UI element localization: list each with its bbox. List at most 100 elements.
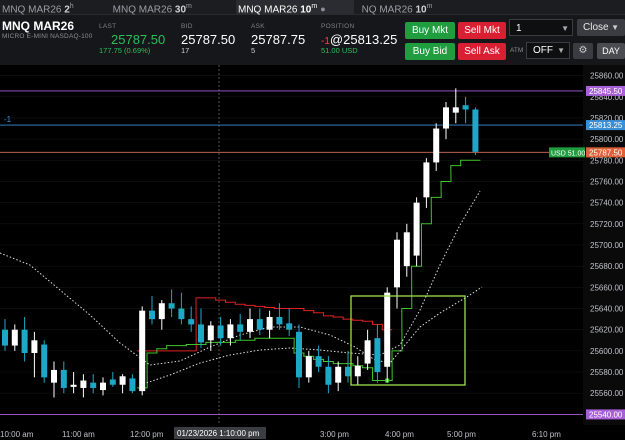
candle-body [256,319,263,330]
candle-body [168,303,175,309]
candle-body [149,310,155,320]
price-label: 25600.00 [590,347,624,356]
candle-body [364,340,371,364]
time-axis: 10:00 am 11:00 am 12:00 pm 3:00 pm 4:00 pm 5:… [0,425,625,440]
gear-icon[interactable]: ⚙ [573,43,593,59]
candle-body [227,324,234,339]
price-label: 25780.00 [590,156,624,165]
candle-body [345,366,351,377]
candle-body [433,128,440,163]
quantity-select[interactable]: 1 ▼ [509,19,573,36]
position-price: @25813.25 [329,32,398,47]
candle-body [207,325,214,341]
candle-body [452,107,459,113]
time-label: 11:00 am [62,430,95,439]
candle-body [296,331,302,378]
time-label: 6:10 pm [532,430,561,439]
atm-label: ATM [510,47,524,54]
last-label: LAST [99,23,117,30]
atm-select[interactable]: OFF ▼ [526,42,570,59]
tab-symbol: MNQ MAR26 [112,4,173,16]
buy-market-button[interactable]: Buy Mkt [405,22,455,39]
atm-value: OFF [533,45,553,56]
candle-body [178,308,185,320]
candle-body [286,323,293,330]
time-label: 3:00 pm [320,430,349,439]
candle-body [2,329,8,346]
tab-interval: 10 [415,4,427,16]
bid-label: BID [181,23,193,30]
candle-body [374,338,381,373]
tab-interval-unit: m [186,3,192,10]
crosshair-time-label: 01/23/2026 1:10:00 pm [177,429,260,438]
close-label: Close [583,22,609,33]
price-label: 25580.00 [590,368,624,377]
candle-body [21,329,28,353]
instrument-description: MICRO E-MINI NASDAQ-100 [2,33,93,40]
buy-bid-button[interactable]: Buy Bid [405,43,455,60]
position-pnl: 51.00 USD [321,46,358,55]
candle-body [11,329,18,346]
candle-body [158,303,165,320]
candle-body [100,382,106,391]
position-label: POSITION [321,23,355,30]
sell-ask-button[interactable]: Sell Ask [458,43,506,60]
candle-body [80,380,87,388]
day-tif-button[interactable]: DAY [597,43,625,59]
candle-body [403,232,410,267]
last-price: 25787.50 [111,32,166,47]
tab-mnq-10m[interactable]: MNQ MAR26 10m ● [236,0,354,16]
tab-mnq-30m[interactable]: MNQ MAR26 30m [94,0,236,16]
upper-level-tag: 25845.50 [589,87,623,96]
price-label: 25760.00 [590,177,624,186]
tab-nq-10m[interactable]: NQ MAR26 10m [354,0,476,16]
sell-market-button[interactable]: Sell Mkt [458,22,506,39]
tab-interval-unit: m [426,3,433,10]
price-label: 25740.00 [590,199,624,208]
chevron-down-icon: ▼ [611,23,619,32]
tab-symbol: NQ MAR26 [361,4,413,16]
time-label: 5:00 pm [447,430,476,439]
price-label: 25800.00 [590,135,624,144]
instrument-symbol: MNQ MAR26 [2,19,75,33]
ask-label: ASK [251,23,265,30]
candle-body [413,202,420,256]
tab-interval: 10 [300,4,312,16]
ask-price: 25787.75 [251,32,306,47]
quantity-value: 1 [516,23,522,34]
time-label: 10:00 am [0,430,34,439]
position-value: -1@25813.25 [321,32,397,47]
candle-body [266,317,273,330]
close-position-button[interactable]: Close ▼ [577,19,625,36]
last-price-tag: 25787.50 [589,148,623,157]
candle-body [247,319,253,332]
tab-close-dot-icon[interactable]: ● [320,4,325,14]
tab-mnq-2h[interactable]: MNQ MAR26 2h [0,0,94,15]
price-label: 25660.00 [590,283,624,292]
candle-body [315,356,322,367]
candle-body [217,325,224,339]
candle-body [188,319,195,325]
candle-body [276,317,283,325]
time-label: 4:00 pm [385,430,414,439]
price-chart[interactable]: -1 25860.0025840.0025820.0025800.0025780… [0,65,625,440]
candle-body [129,378,136,392]
time-label: 12:00 pm [130,430,164,439]
candle-body [305,356,312,378]
candle-body [70,384,77,387]
chevron-down-icon: ▼ [557,46,565,55]
candle-body [51,369,57,383]
candle-body [237,324,244,332]
price-label: 25640.00 [590,305,624,314]
candle-body [443,107,449,129]
tab-interval: 30 [174,4,187,16]
ask-size: 5 [251,46,256,55]
chart-tab-bar: MNQ MAR26 2h MNQ MAR26 30m MNQ MAR26 10m… [0,0,625,15]
bid-size: 17 [181,46,190,55]
candle-body [325,366,332,385]
candle-body [60,369,67,388]
candle-body [423,162,430,198]
tab-symbol: MNQ MAR26 [238,4,298,16]
chevron-down-icon: ▼ [561,24,569,33]
price-label: 25620.00 [590,326,624,335]
